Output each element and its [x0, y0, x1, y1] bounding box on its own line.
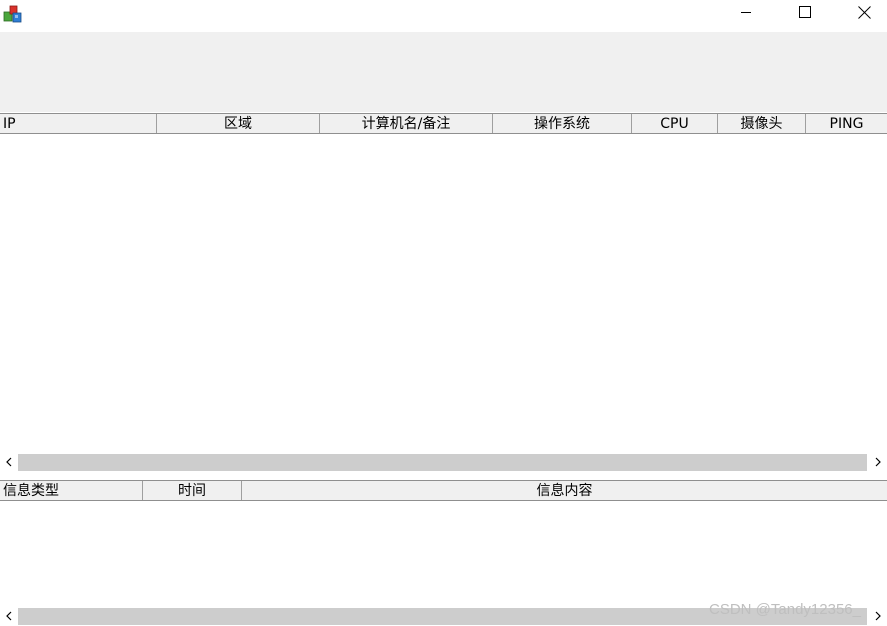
scroll-right-button[interactable]	[869, 607, 887, 626]
watermark-text: CSDN @Tandy12356_	[709, 601, 861, 618]
minimize-button[interactable]	[717, 0, 775, 28]
column-header-region[interactable]: 区域	[157, 114, 320, 133]
hosts-table-body[interactable]	[0, 134, 887, 453]
hosts-horizontal-scrollbar[interactable]	[0, 453, 887, 472]
scroll-left-button[interactable]	[0, 453, 18, 472]
chevron-left-icon	[5, 609, 13, 625]
chevron-right-icon	[874, 609, 882, 625]
scrollbar-thumb[interactable]	[18, 454, 867, 471]
minimize-icon	[740, 6, 752, 22]
log-table-body[interactable]	[0, 501, 887, 607]
column-header-message-content[interactable]: 信息内容	[242, 481, 887, 500]
log-table-header: 信息类型 时间 信息内容	[0, 480, 887, 501]
app-cubes-icon[interactable]	[3, 4, 23, 24]
maximize-icon	[799, 6, 811, 22]
hosts-table-header: IP 区域 计算机名/备注 操作系统 CPU 摄像头 PING	[0, 113, 887, 134]
column-header-computer-name[interactable]: 计算机名/备注	[320, 114, 493, 133]
scroll-left-button[interactable]	[0, 607, 18, 626]
scroll-right-button[interactable]	[869, 453, 887, 472]
chevron-left-icon	[5, 455, 13, 471]
toolbar-area	[0, 32, 887, 112]
column-header-cpu[interactable]: CPU	[632, 114, 718, 133]
column-header-ping[interactable]: PING	[806, 114, 887, 133]
maximize-button[interactable]	[776, 0, 834, 28]
close-icon	[857, 5, 871, 23]
title-bar	[0, 0, 887, 32]
column-header-camera[interactable]: 摄像头	[718, 114, 806, 133]
column-header-os[interactable]: 操作系统	[493, 114, 632, 133]
chevron-right-icon	[874, 455, 882, 471]
column-header-ip[interactable]: IP	[0, 114, 157, 133]
column-header-message-type[interactable]: 信息类型	[0, 481, 143, 500]
close-button[interactable]	[835, 0, 887, 28]
column-header-time[interactable]: 时间	[143, 481, 242, 500]
